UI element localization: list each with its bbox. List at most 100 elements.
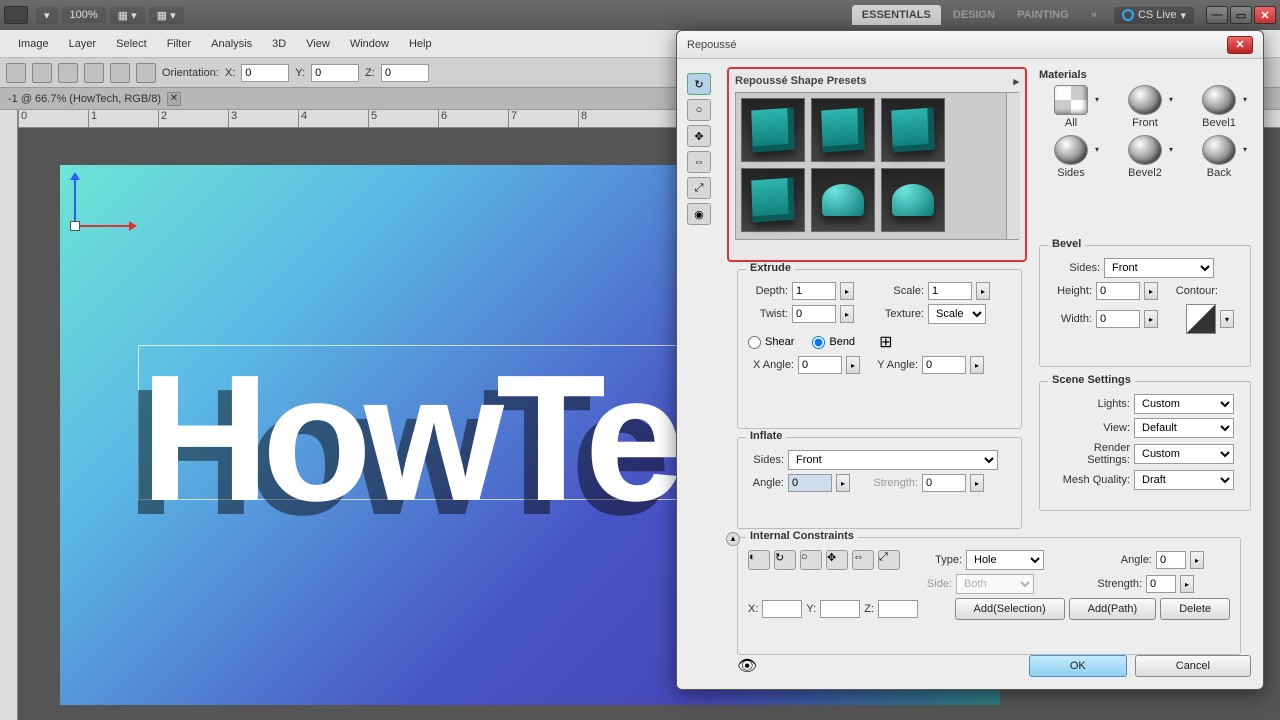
close-doc-icon[interactable]: ✕: [167, 92, 181, 106]
3d-text-object[interactable]: HowTe: [140, 335, 677, 542]
material-front[interactable]: ▾Front: [1113, 85, 1177, 129]
workspace-more[interactable]: »: [1081, 5, 1107, 25]
material-all[interactable]: ▾All: [1039, 85, 1103, 129]
roll-tool-icon[interactable]: ○: [687, 99, 711, 121]
rotate-tool-icon[interactable]: ↻: [687, 73, 711, 95]
menu-help[interactable]: Help: [399, 34, 442, 54]
ic-tool4[interactable]: ✥: [826, 550, 848, 570]
twist-input[interactable]: [792, 305, 836, 323]
ic-tool1[interactable]: ◐: [748, 550, 770, 570]
ic-tool2[interactable]: ↻: [774, 550, 796, 570]
scale-input[interactable]: [928, 282, 972, 300]
contour-picker[interactable]: [1186, 304, 1216, 334]
ic-angle-input[interactable]: [1156, 551, 1186, 569]
yangle-stepper[interactable]: ▸: [970, 356, 984, 374]
ic-strength-stepper[interactable]: ▸: [1180, 575, 1194, 593]
ic-y-input[interactable]: [820, 600, 860, 618]
workspace-essentials[interactable]: ESSENTIALS: [852, 5, 941, 25]
scale-stepper[interactable]: ▸: [976, 282, 990, 300]
presets-scrollbar[interactable]: [1006, 93, 1020, 239]
material-bevel1[interactable]: ▾Bevel1: [1187, 85, 1251, 129]
delete-constraint-button[interactable]: Delete: [1160, 598, 1230, 620]
ic-angle-stepper[interactable]: ▸: [1190, 551, 1204, 569]
pan-tool-icon[interactable]: ✥: [687, 125, 711, 147]
bevel-width-input[interactable]: [1096, 310, 1140, 328]
menu-window[interactable]: Window: [340, 34, 399, 54]
tool-preset-icon[interactable]: [6, 63, 26, 83]
layout-dropdown[interactable]: ▾: [36, 7, 58, 24]
app-logo[interactable]: [4, 6, 28, 24]
preset-5[interactable]: [811, 168, 875, 232]
material-sides[interactable]: ▾Sides: [1039, 135, 1103, 179]
orbit-tool-icon[interactable]: ◉: [687, 203, 711, 225]
ok-button[interactable]: OK: [1029, 655, 1127, 677]
view-select[interactable]: Default: [1134, 418, 1234, 438]
3d-axis-gizmo[interactable]: [65, 175, 67, 225]
cslive-button[interactable]: CS Live ▾: [1114, 7, 1194, 24]
collapse-icon[interactable]: ▴: [726, 532, 740, 546]
menu-filter[interactable]: Filter: [157, 34, 201, 54]
yangle-input[interactable]: [922, 356, 966, 374]
contour-dropdown[interactable]: ▾: [1220, 310, 1234, 328]
mesh-select[interactable]: Draft: [1134, 470, 1234, 490]
restore-button[interactable]: ▭: [1230, 6, 1252, 24]
bevel-sides-select[interactable]: Front: [1104, 258, 1214, 278]
tool-opt4-icon[interactable]: [110, 63, 130, 83]
tool-opt1-icon[interactable]: [32, 63, 52, 83]
tool-opt5-icon[interactable]: [136, 63, 156, 83]
shear-radio[interactable]: [748, 336, 761, 349]
scale-tool-icon[interactable]: ⤢: [687, 177, 711, 199]
workspace-painting[interactable]: PAINTING: [1007, 5, 1079, 25]
menu-analysis[interactable]: Analysis: [201, 34, 262, 54]
menu-layer[interactable]: Layer: [59, 34, 107, 54]
material-back[interactable]: ▾Back: [1187, 135, 1251, 179]
preview-icon[interactable]: 👁: [737, 656, 757, 676]
menu-view[interactable]: View: [296, 34, 340, 54]
orientation-z-input[interactable]: [381, 64, 429, 82]
preset-6[interactable]: [881, 168, 945, 232]
ic-tool5[interactable]: ⇔: [852, 550, 874, 570]
ic-x-input[interactable]: [762, 600, 802, 618]
bevel-height-stepper[interactable]: ▸: [1144, 282, 1158, 300]
alignment-icon[interactable]: ⊞: [879, 332, 892, 352]
slide-tool-icon[interactable]: ⇔: [687, 151, 711, 173]
menu-3d[interactable]: 3D: [262, 34, 296, 54]
cancel-button[interactable]: Cancel: [1135, 655, 1251, 677]
menu-select[interactable]: Select: [106, 34, 157, 54]
presets-flyout-icon[interactable]: ▸: [1013, 75, 1019, 88]
depth-input[interactable]: [792, 282, 836, 300]
ic-type-select[interactable]: Hole: [966, 550, 1044, 570]
tool-opt2-icon[interactable]: [58, 63, 78, 83]
close-dialog-icon[interactable]: ✕: [1227, 36, 1253, 54]
arrange-dropdown[interactable]: ▦ ▾: [149, 7, 184, 24]
ic-strength-input[interactable]: [1146, 575, 1176, 593]
ic-z-input[interactable]: [878, 600, 918, 618]
depth-stepper[interactable]: ▸: [840, 282, 854, 300]
add-path-button[interactable]: Add(Path): [1069, 598, 1157, 620]
render-select[interactable]: Custom: [1134, 444, 1234, 464]
minimize-button[interactable]: —: [1206, 6, 1228, 24]
xangle-input[interactable]: [798, 356, 842, 374]
inflate-strength-input[interactable]: [922, 474, 966, 492]
twist-stepper[interactable]: ▸: [840, 305, 854, 323]
ic-tool6[interactable]: ⤢: [878, 550, 900, 570]
bend-radio[interactable]: [812, 336, 825, 349]
orientation-x-input[interactable]: [241, 64, 289, 82]
xangle-stepper[interactable]: ▸: [846, 356, 860, 374]
add-selection-button[interactable]: Add(Selection): [955, 598, 1065, 620]
lights-select[interactable]: Custom: [1134, 394, 1234, 414]
preset-2[interactable]: [811, 98, 875, 162]
inflate-strength-stepper[interactable]: ▸: [970, 474, 984, 492]
tool-opt3-icon[interactable]: [84, 63, 104, 83]
bevel-height-input[interactable]: [1096, 282, 1140, 300]
workspace-design[interactable]: DESIGN: [943, 5, 1005, 25]
inflate-sides-select[interactable]: Front: [788, 450, 998, 470]
zoom-readout[interactable]: 100%: [62, 7, 106, 23]
preset-1[interactable]: [741, 98, 805, 162]
menu-image[interactable]: Image: [8, 34, 59, 54]
dialog-titlebar[interactable]: Repoussé ✕: [677, 31, 1263, 59]
orientation-y-input[interactable]: [311, 64, 359, 82]
document-tab[interactable]: -1 @ 66.7% (HowTech, RGB/8): [8, 93, 161, 105]
screen-mode-dropdown[interactable]: ▦ ▾: [110, 7, 145, 24]
texture-select[interactable]: Scale: [928, 304, 986, 324]
